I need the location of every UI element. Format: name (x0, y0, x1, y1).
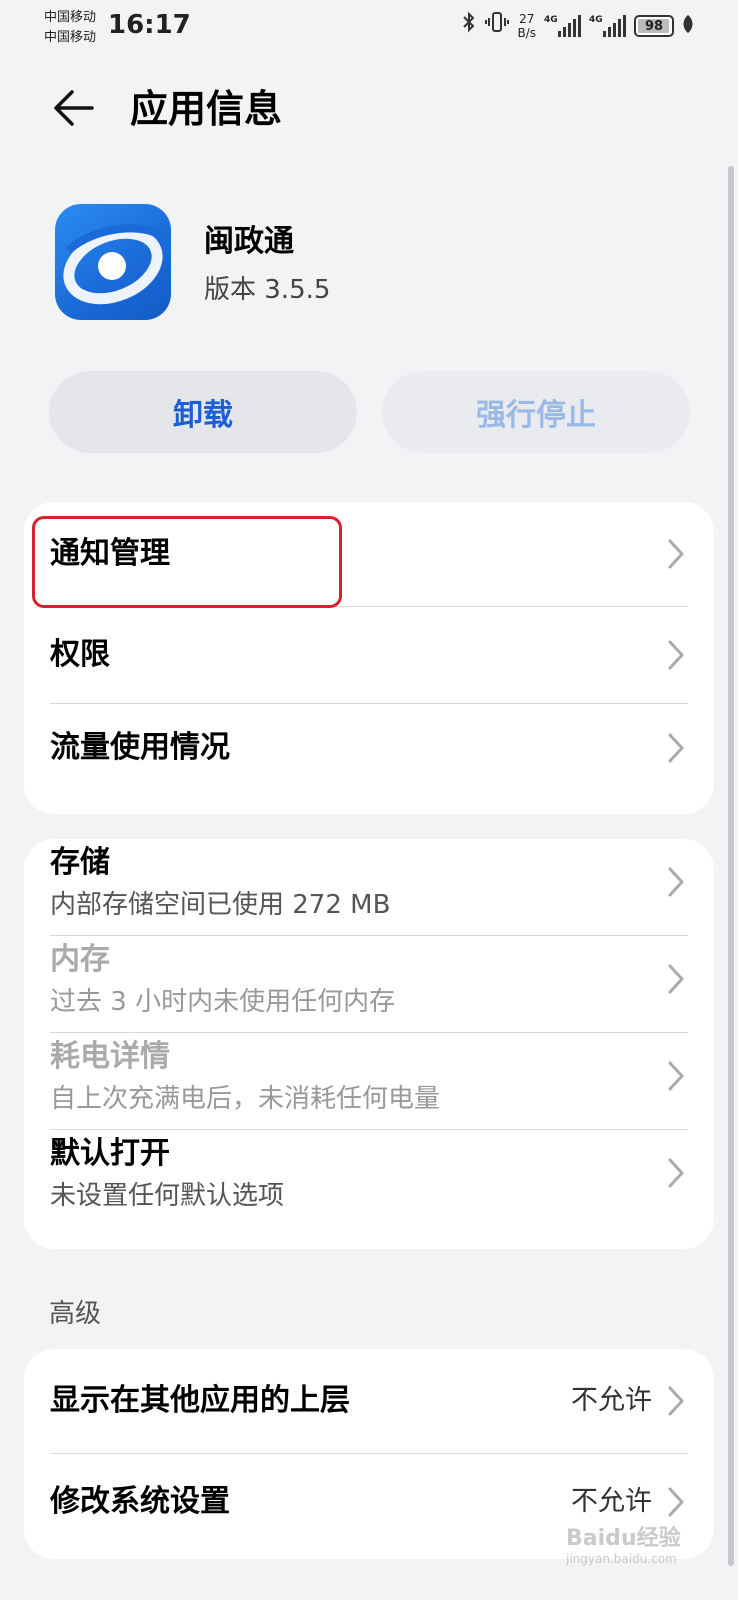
list-item-label: 内存 (50, 942, 110, 977)
back-arrow-icon (54, 90, 94, 126)
list-item-subtitle: 过去 3 小时内未使用任何内存 (50, 987, 396, 1017)
bluetooth-icon (461, 10, 477, 42)
storage-item[interactable]: 存储 内部存储空间已使用 272 MB (24, 839, 714, 937)
page-title: 应用信息 (130, 87, 283, 131)
app-icon (55, 204, 171, 320)
chevron-right-icon (668, 1061, 684, 1091)
status-bar: 中国移动 中国移动 16:17 27 B/s 4G 4G 98 (0, 0, 738, 52)
scrollbar[interactable] (728, 166, 734, 1566)
status-icons: 27 B/s 4G 4G 98 (461, 10, 694, 42)
list-item-subtitle: 未设置任何默认选项 (50, 1181, 285, 1211)
list-item-subtitle: 自上次充满电后，未消耗任何电量 (50, 1084, 441, 1114)
carrier-info: 中国移动 中国移动 (44, 8, 96, 48)
settings-group-2: 存储 内部存储空间已使用 272 MB 内存 过去 3 小时内未使用任何内存 耗… (24, 839, 714, 1249)
carrier-2: 中国移动 (44, 30, 97, 45)
net-speed: 27 B/s (517, 12, 536, 40)
leaf-icon (682, 14, 694, 38)
list-item-label: 默认打开 (50, 1136, 170, 1171)
uninstall-button[interactable]: 卸载 (49, 371, 357, 453)
back-button[interactable] (50, 84, 98, 132)
list-item-label: 修改系统设置 (50, 1484, 230, 1519)
app-version: 版本 3.5.5 (204, 275, 331, 305)
app-bar: 应用信息 (0, 70, 738, 150)
chevron-right-icon (668, 1158, 684, 1188)
chevron-right-icon (668, 640, 684, 670)
signal-icon: 4G (589, 15, 626, 37)
chevron-right-icon (668, 539, 684, 569)
chevron-right-icon (668, 1487, 684, 1517)
force-stop-button[interactable]: 强行停止 (382, 371, 690, 453)
list-item-label: 权限 (50, 637, 110, 672)
watermark: Baidu经验 jingyan.baidu.com (566, 1526, 681, 1566)
list-item-value: 不允许 (571, 1385, 652, 1416)
list-item-subtitle: 内部存储空间已使用 272 MB (50, 890, 391, 920)
battery-icon: 98 (634, 15, 674, 37)
list-item-value: 不允许 (571, 1486, 652, 1517)
list-item-label: 流量使用情况 (50, 730, 230, 765)
chevron-right-icon (668, 867, 684, 897)
chevron-right-icon (668, 733, 684, 763)
signal-icon: 4G (544, 15, 581, 37)
permissions-item[interactable]: 权限 (24, 607, 714, 703)
chevron-right-icon (668, 1386, 684, 1416)
battery-usage-item[interactable]: 耗电详情 自上次充满电后，未消耗任何电量 (24, 1033, 714, 1130)
open-by-default-item[interactable]: 默认打开 未设置任何默认选项 (24, 1130, 714, 1249)
memory-item[interactable]: 内存 过去 3 小时内未使用任何内存 (24, 936, 714, 1033)
chevron-right-icon (668, 964, 684, 994)
app-name: 闽政通 (204, 224, 294, 259)
vibrate-icon (485, 10, 510, 42)
data-usage-item[interactable]: 流量使用情况 (24, 704, 714, 814)
list-item-label: 显示在其他应用的上层 (50, 1383, 350, 1418)
list-item-label: 耗电详情 (50, 1039, 170, 1074)
display-over-other-apps-item[interactable]: 显示在其他应用的上层 不允许 (24, 1349, 714, 1453)
highlight-annotation (32, 516, 342, 608)
status-time: 16:17 (108, 10, 191, 40)
section-header-advanced: 高级 (49, 1299, 102, 1329)
list-item-label: 存储 (50, 845, 110, 880)
carrier-1: 中国移动 (44, 10, 97, 25)
